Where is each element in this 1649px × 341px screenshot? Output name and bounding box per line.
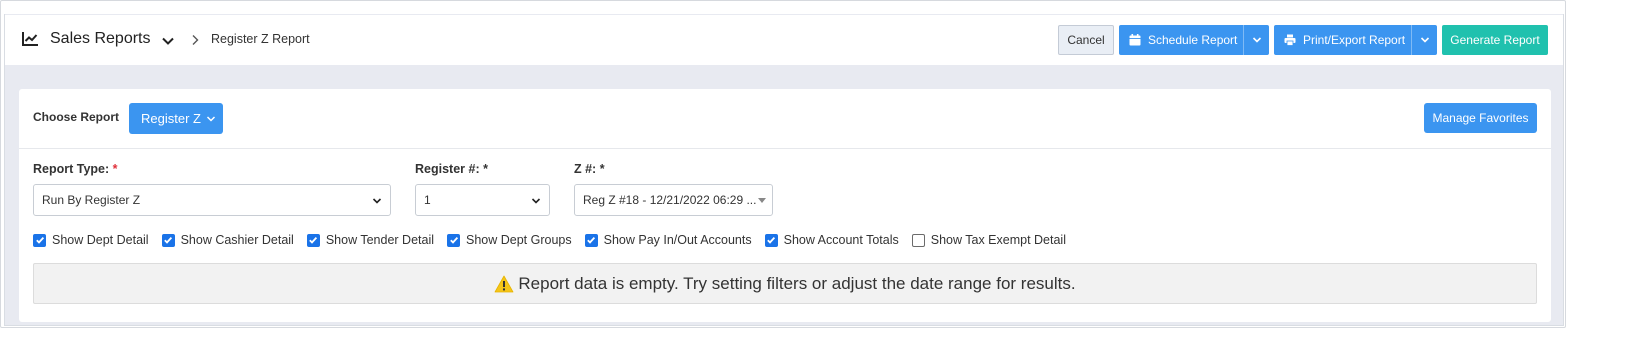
checkbox[interactable] [33,233,46,247]
option-show-account-totals[interactable]: Show Account Totals [764,233,899,247]
register-number-label: Register #: * [415,162,488,176]
checkbox[interactable] [447,233,460,247]
print-dropdown-toggle[interactable] [1411,25,1437,55]
register-number-value: 1 [424,193,431,207]
checkbox[interactable] [911,233,925,247]
option-show-pay-in-out-accounts[interactable]: Show Pay In/Out Accounts [584,233,752,247]
top-header: Sales Reports Register Z Report Cancel S… [5,15,1563,65]
print-export-label: Print/Export Report [1303,33,1406,47]
option-label: Show Dept Detail [52,233,149,247]
caret-down-icon [758,198,766,203]
required-mark: * [599,162,605,176]
z-number-select[interactable]: Reg Z #18 - 12/21/2022 06:29 ... [574,184,773,216]
option-label: Show Tender Detail [325,233,434,247]
checkbox[interactable] [161,233,175,247]
printer-icon [1284,34,1296,46]
checkmark-icon [309,236,318,244]
empty-report-alert: Report data is empty. Try setting filter… [33,263,1537,304]
option-label: Show Cashier Detail [180,233,294,247]
chevron-right-icon [192,35,199,45]
schedule-dropdown-toggle[interactable] [1243,25,1269,55]
option-label: Show Pay In/Out Accounts [603,233,752,247]
z-number-label-text: Z #: [574,162,597,176]
option-show-tender-detail[interactable]: Show Tender Detail [306,233,434,247]
option-label: Show Tax Exempt Detail [930,233,1066,247]
schedule-report-label: Schedule Report [1148,33,1238,47]
chevron-down-icon[interactable] [161,34,175,48]
schedule-report-button[interactable]: Schedule Report [1119,25,1269,55]
chevron-down-icon [206,115,215,122]
required-mark: * [483,162,488,176]
choose-report-value: Register Z [141,111,201,126]
report-type-label-text: Report Type: [33,162,110,176]
chevron-down-icon [372,198,382,204]
manage-favorites-button[interactable]: Manage Favorites [1424,103,1537,133]
checkmark-icon [587,236,596,244]
page-title[interactable]: Sales Reports [50,30,151,48]
choose-report-dropdown[interactable]: Register Z [129,103,223,134]
required-mark: * [112,162,118,176]
checkmark-icon [35,236,44,244]
manage-favorites-label: Manage Favorites [1432,111,1529,125]
z-number-label: Z #: * [574,162,605,176]
report-type-label: Report Type: * [33,162,118,176]
cancel-button[interactable]: Cancel [1058,25,1114,55]
checkbox[interactable] [306,233,320,247]
calendar-icon [1129,34,1141,46]
z-number-value: Reg Z #18 - 12/21/2022 06:29 ... [583,193,757,207]
cancel-button-label: Cancel [1067,33,1105,47]
report-type-value: Run By Register Z [42,193,141,207]
option-show-cashier-detail[interactable]: Show Cashier Detail [161,233,294,247]
report-type-select[interactable]: Run By Register Z [33,184,391,216]
chevron-down-icon [531,198,541,204]
checkmark-icon [767,236,776,244]
warning-icon [495,275,514,292]
card-header: Choose Report Register Z Manage Favorite… [19,89,1551,149]
checkmark-icon [449,236,458,244]
checkbox[interactable] [764,233,778,247]
generate-report-button[interactable]: Generate Report [1442,25,1548,55]
print-export-button[interactable]: Print/Export Report [1274,25,1437,55]
choose-report-label: Choose Report [33,110,120,124]
option-label: Show Account Totals [783,233,899,247]
checkmark-icon [164,236,173,244]
generate-report-label: Generate Report [1450,33,1540,47]
empty-report-message: Report data is empty. Try setting filter… [518,273,1076,293]
chevron-down-icon [1252,37,1261,43]
option-show-tax-exempt-detail[interactable]: Show Tax Exempt Detail [911,233,1066,247]
option-show-dept-detail[interactable]: Show Dept Detail [33,233,149,247]
register-number-select[interactable]: 1 [415,184,550,216]
report-options: Show Dept Detail Show Cashier Detail Sho… [33,232,1079,248]
chevron-down-icon [1420,37,1429,43]
breadcrumb: Register Z Report [211,32,310,46]
option-show-dept-groups[interactable]: Show Dept Groups [447,233,572,247]
chart-line-icon [22,32,38,46]
option-label: Show Dept Groups [466,233,572,247]
report-card: Choose Report Register Z Manage Favorite… [19,89,1551,322]
checkbox[interactable] [584,233,598,247]
register-number-label-text: Register #: [415,162,480,176]
